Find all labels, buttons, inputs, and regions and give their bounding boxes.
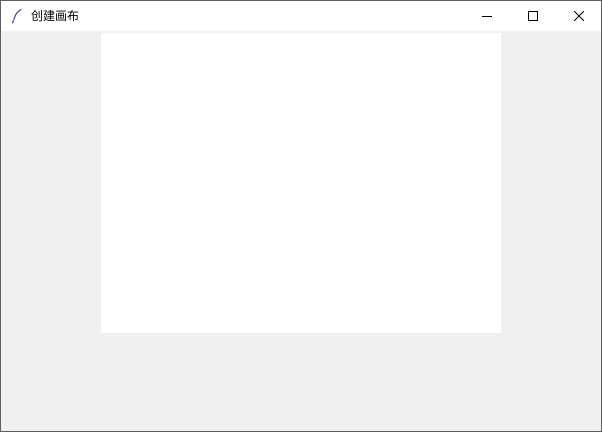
app-window: 创建画布 <box>0 0 602 432</box>
minimize-button[interactable] <box>464 1 510 31</box>
close-button[interactable] <box>556 1 602 31</box>
window-title: 创建画布 <box>31 9 80 23</box>
feather-icon[interactable] <box>10 8 24 24</box>
minimize-icon <box>482 16 492 17</box>
maximize-button[interactable] <box>510 1 556 31</box>
title-bar[interactable]: 创建画布 <box>1 1 601 31</box>
close-icon <box>574 11 584 21</box>
drawing-canvas[interactable] <box>101 33 501 333</box>
maximize-icon <box>528 11 538 21</box>
window-client-area <box>1 31 601 431</box>
